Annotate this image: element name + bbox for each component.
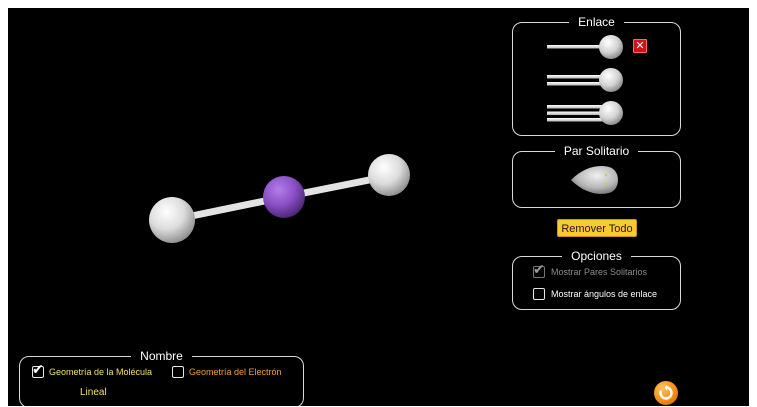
- outer-atom-left[interactable]: [149, 197, 195, 243]
- triple-bond-button[interactable]: [547, 100, 627, 126]
- reset-icon: [659, 385, 673, 400]
- electron-geometry-checkbox[interactable]: [172, 366, 184, 378]
- bond-panel: Enlace ✕: [512, 15, 681, 136]
- lone-pair-icon: [571, 166, 618, 194]
- single-bond-button[interactable]: [547, 34, 627, 60]
- electron-geometry-label: Geometría del Electrón: [189, 367, 282, 377]
- name-panel: Nombre ✔ Geometría de la Molécula Geomet…: [19, 349, 304, 406]
- molecule-geometry-value: Lineal: [80, 387, 107, 398]
- electron-geometry-option[interactable]: Geometría del Electrón: [172, 366, 282, 378]
- central-atom[interactable]: [263, 176, 305, 218]
- reset-button[interactable]: [654, 381, 678, 405]
- show-bond-angles-label: Mostrar ángulos de enlace: [551, 289, 658, 299]
- check-icon: ✔: [533, 261, 545, 277]
- show-bond-angles-checkbox[interactable]: [533, 288, 545, 300]
- show-lone-pairs-option: ✔ Mostrar Pares Solitarios: [533, 262, 648, 278]
- double-bond-button[interactable]: [547, 67, 627, 93]
- molecule-geometry-option[interactable]: ✔ Geometría de la Molécula: [32, 362, 153, 378]
- molecule-geometry-checkbox[interactable]: ✔: [32, 362, 44, 378]
- molecule-geometry-label: Geometría de la Molécula: [49, 367, 153, 377]
- options-panel: Opciones ✔ Mostrar Pares Solitarios Most…: [512, 249, 681, 310]
- lone-pair-button[interactable]: [567, 162, 623, 196]
- show-lone-pairs-label: Mostrar Pares Solitarios: [551, 267, 648, 277]
- lone-pair-panel: Par Solitario: [512, 144, 681, 208]
- remove-all-button[interactable]: Remover Todo: [557, 219, 637, 237]
- simulation-stage: Enlace ✕ Par Solitario Remover Todo Opci…: [8, 8, 749, 406]
- show-lone-pairs-checkbox: ✔: [533, 262, 545, 278]
- remove-bond-x-icon[interactable]: ✕: [633, 39, 647, 53]
- outer-atom-right[interactable]: [368, 154, 410, 196]
- check-icon: ✔: [32, 361, 44, 377]
- show-bond-angles-option[interactable]: Mostrar ángulos de enlace: [533, 288, 657, 300]
